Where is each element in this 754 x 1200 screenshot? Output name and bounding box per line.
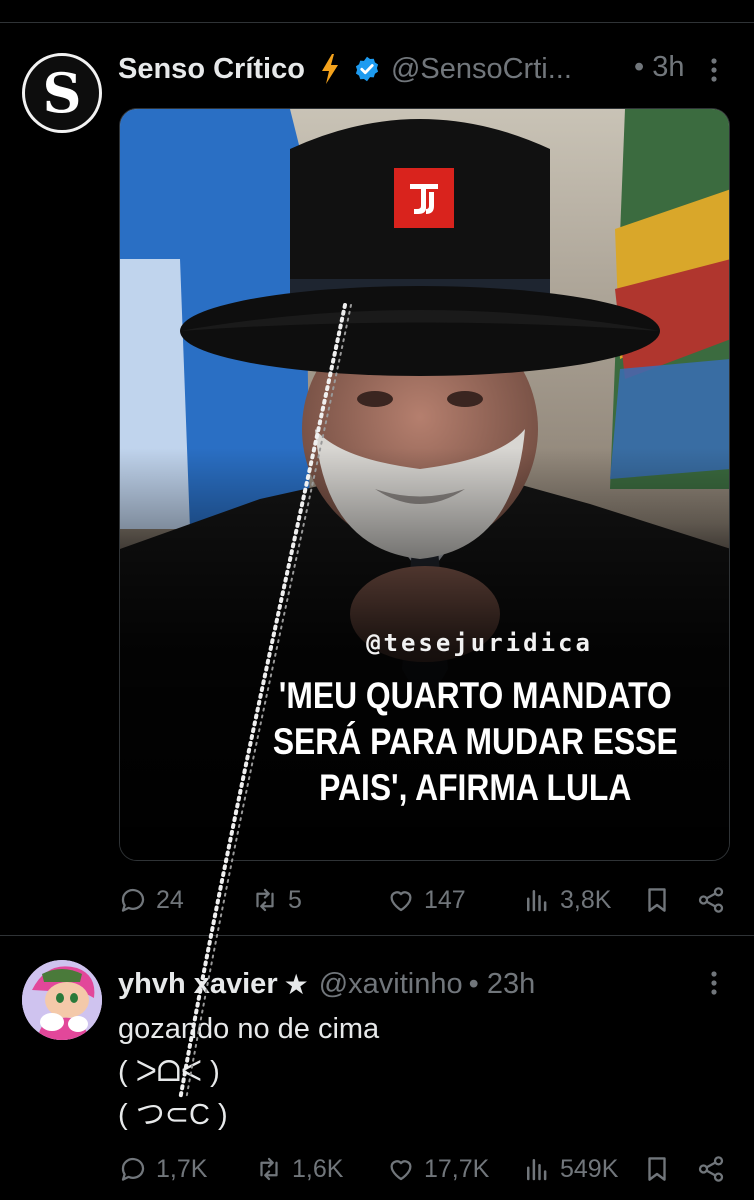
views-icon — [527, 890, 547, 912]
headline-line: 'MEU QUARTO MANDATO — [278, 675, 672, 716]
share-button[interactable] — [696, 1152, 726, 1186]
views-icon — [527, 1159, 547, 1181]
tweet-image[interactable]: @tesejuridica 'MEU QUARTO MANDATO SERÁ P… — [119, 108, 730, 861]
views-count: 3,8K — [560, 885, 612, 914]
repost-button[interactable]: 5 — [250, 883, 302, 917]
repost-button[interactable]: 1,6K — [254, 1152, 343, 1186]
star-icon: ★ — [283, 968, 309, 1000]
reply-icon — [121, 1157, 145, 1181]
heart-icon — [390, 1160, 412, 1181]
tweet-header: Senso Crítico @SensoCrti... — [118, 51, 572, 87]
reply-button[interactable]: 1,7K — [118, 1152, 207, 1186]
author-handle[interactable]: @SensoCrti... — [391, 53, 572, 86]
like-count: 17,7K — [424, 1154, 490, 1183]
headline-line: PAIS', AFIRMA LULA — [319, 767, 632, 808]
tweet-time[interactable]: • 3h — [634, 51, 684, 84]
tweet-divider — [0, 935, 754, 936]
tweet-text-line: ( つ⊂C ) — [118, 1099, 228, 1131]
like-button[interactable]: 147 — [386, 883, 466, 917]
heart-icon — [390, 891, 412, 912]
avatar-cartoon — [22, 960, 102, 1040]
bookmark-icon — [648, 1157, 666, 1181]
image-headline: 'MEU QUARTO MANDATO SERÁ PARA MUDAR ESSE… — [199, 673, 681, 811]
reply-count: 24 — [156, 885, 184, 914]
tweet-actions: 1,7K 1,6K 17,7K 549K — [118, 1152, 730, 1186]
tweet-text-line: ( ᐳᗝᐸ ) — [118, 1056, 220, 1088]
tweet-text-line: gozando no de cima — [118, 1013, 380, 1045]
author-name[interactable]: Senso Crítico — [118, 53, 305, 86]
headline-line: SERÁ PARA MUDAR ESSE — [272, 721, 678, 762]
share-button[interactable] — [696, 883, 726, 917]
reply-icon — [121, 888, 145, 912]
views-button[interactable]: 3,8K — [522, 883, 611, 917]
image-watermark-handle: @tesejuridica — [366, 629, 593, 657]
avatar-letter: S — [42, 61, 82, 125]
tweet-time[interactable]: • 23h — [469, 968, 536, 1001]
repost-icon — [256, 888, 274, 912]
avatar[interactable]: S — [22, 53, 102, 133]
repost-count: 5 — [288, 885, 302, 914]
more-dots-icon[interactable] — [706, 57, 722, 83]
repost-icon — [260, 1157, 278, 1181]
share-icon — [698, 887, 724, 913]
repost-count: 1,6K — [292, 1154, 344, 1183]
tweet-senso-critico[interactable]: S Senso Crítico @SensoCrti... • 3h @tese… — [0, 23, 754, 935]
reply-count: 1,7K — [156, 1154, 208, 1183]
share-icon — [698, 1156, 724, 1182]
like-button[interactable]: 17,7K — [386, 1152, 489, 1186]
avatar[interactable] — [22, 960, 102, 1040]
views-button[interactable]: 549K — [522, 1152, 618, 1186]
author-name[interactable]: yhvh xavier — [118, 968, 278, 1001]
reply-button[interactable]: 24 — [118, 883, 184, 917]
author-handle[interactable]: @xavitinho — [319, 968, 463, 1001]
views-count: 549K — [560, 1154, 619, 1183]
bookmark-button[interactable] — [642, 1152, 672, 1186]
tweet-header: yhvh xavier ★ @xavitinho • 23h — [118, 966, 535, 1002]
verified-badge-icon[interactable] — [353, 55, 381, 83]
bookmark-icon — [648, 888, 666, 912]
lightning-icon — [321, 54, 338, 84]
brand-logo — [394, 168, 454, 228]
tweet-actions: 24 5 147 3,8K — [118, 883, 730, 917]
bookmark-button[interactable] — [642, 883, 672, 917]
like-count: 147 — [424, 885, 466, 914]
more-dots-icon[interactable] — [706, 970, 722, 996]
tweet-text: gozando no de cima ( ᐳᗝᐸ ) ( つ⊂C ) — [118, 1008, 379, 1137]
